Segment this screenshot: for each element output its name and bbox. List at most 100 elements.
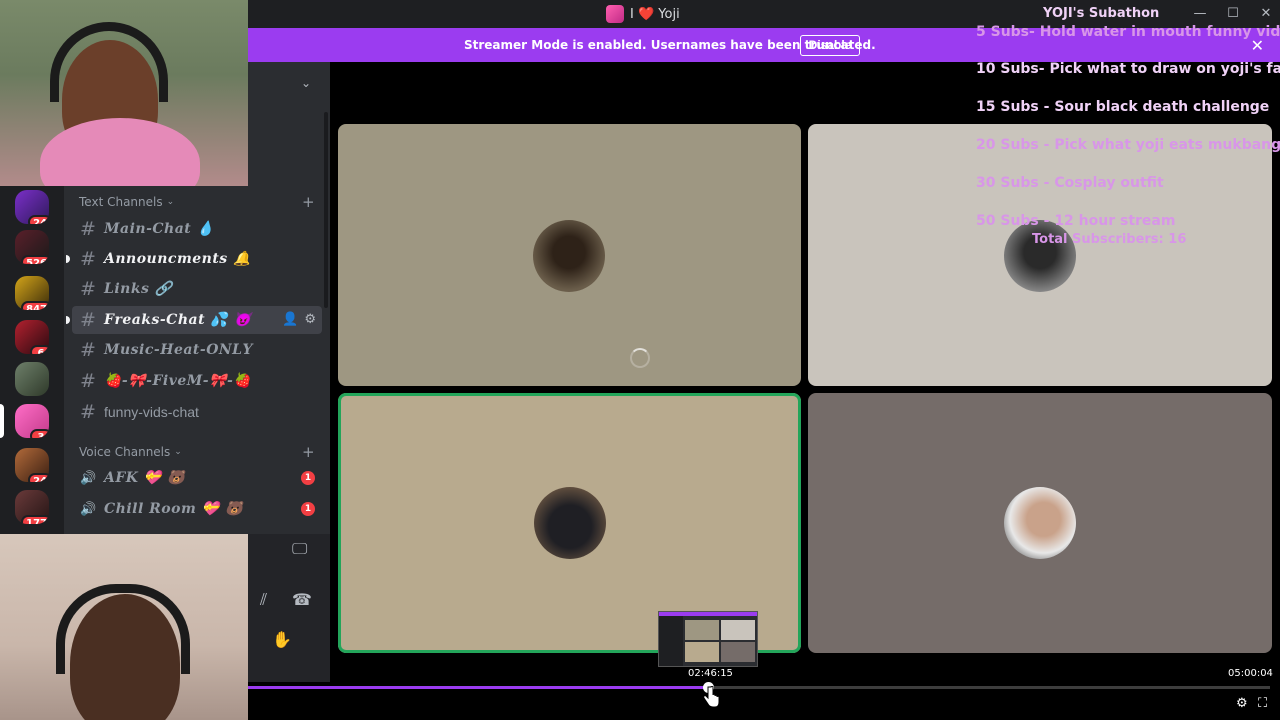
disconnect-icon[interactable]: ☎ bbox=[292, 590, 312, 609]
hash-icon: # bbox=[80, 278, 96, 300]
sub-goal: 15 Subs - Sour black death challenge bbox=[976, 99, 1270, 115]
seek-bar-progress bbox=[248, 686, 708, 689]
participant-tile[interactable] bbox=[808, 393, 1272, 653]
seek-preview-thumbnail bbox=[658, 611, 758, 667]
channel-freaks-chat[interactable]: # 𝑭𝒓𝒆𝒂𝒌𝒔-𝑪𝒉𝒂𝒕 💦 😈 👤 ⚙ bbox=[66, 306, 322, 334]
total-duration: 05:00:04 bbox=[1228, 668, 1273, 679]
voice-user-count-badge: 1 bbox=[301, 471, 315, 485]
server-icon[interactable]: 177 bbox=[15, 490, 49, 524]
mention-badge: 6 bbox=[30, 345, 49, 354]
sub-goal: 20 Subs - Pick what yoji eats mukbang bbox=[976, 137, 1280, 153]
hand-cursor-icon bbox=[703, 686, 720, 708]
noise-suppression-icon[interactable]: ⫽ bbox=[260, 590, 267, 610]
hash-icon: # bbox=[80, 370, 96, 392]
webcam-top bbox=[0, 0, 248, 186]
mention-badge: 847 bbox=[21, 301, 49, 310]
sub-goal: 5 Subs- Hold water in mouth funny vid bbox=[976, 24, 1280, 40]
headphones bbox=[56, 584, 190, 674]
speaker-icon: 🔊 bbox=[80, 501, 97, 517]
server-icon[interactable]: 847 bbox=[15, 276, 49, 310]
server-icon[interactable] bbox=[15, 362, 49, 396]
server-icon[interactable]: 526 bbox=[15, 230, 49, 264]
participant-avatar bbox=[533, 220, 605, 292]
sub-goal: 50 Subs - 12 hour stream bbox=[976, 213, 1176, 229]
category-label: Voice Channels bbox=[79, 445, 171, 459]
voice-channels-category[interactable]: Voice Channels ⌄ bbox=[79, 445, 182, 459]
minimize-icon[interactable]: — bbox=[1192, 6, 1208, 22]
channel-name: 𝑪𝒉𝒊𝒍𝒍 𝑹𝒐𝒐𝒎 💝 🐻 bbox=[104, 501, 243, 517]
channel-name: 𝑨𝑭𝑲 💝 🐻 bbox=[104, 470, 186, 486]
subathon-title: YOJI's Subathon bbox=[1043, 6, 1160, 21]
webcam-bottom bbox=[0, 534, 248, 720]
headphones bbox=[50, 22, 168, 102]
channel-links[interactable]: # 𝑳𝒊𝒏𝒌𝒔 🔗 bbox=[72, 275, 322, 303]
category-label: Text Channels bbox=[79, 195, 163, 209]
fullscreen-icon[interactable]: ⛶ bbox=[1258, 696, 1267, 711]
voice-controls: 🖵 ⫽ ☎ ✋ bbox=[248, 534, 330, 682]
server-icon[interactable]: 6 bbox=[15, 320, 49, 354]
voice-user-count-badge: 1 bbox=[301, 502, 315, 516]
unread-indicator bbox=[66, 255, 70, 263]
sub-goal: 10 Subs- Pick what to draw on yoji's fac… bbox=[976, 61, 1280, 77]
close-icon[interactable]: ✕ bbox=[1258, 6, 1274, 22]
seek-bar[interactable] bbox=[248, 682, 1270, 693]
disable-streamer-mode-button[interactable]: Disable bbox=[800, 35, 860, 56]
server-icon[interactable]: 24 bbox=[15, 190, 49, 224]
speaker-icon: 🔊 bbox=[80, 470, 97, 486]
channel-announcements[interactable]: # 𝑨𝒏𝒏𝒐𝒖𝒏𝒄𝒎𝒆𝒏𝒕𝒔 🔔 bbox=[66, 245, 322, 273]
screen-share-icon[interactable]: 🖵 bbox=[292, 539, 307, 559]
channel-music-heat-only[interactable]: # 𝑴𝒖𝒔𝒊𝒄-𝑯𝒆𝒂𝒕-𝑶𝑵𝑳𝒀 bbox=[72, 336, 322, 364]
add-member-icon[interactable]: 👤 bbox=[282, 312, 298, 327]
channel-name: 𝑭𝒓𝒆𝒂𝒌𝒔-𝑪𝒉𝒂𝒕 💦 😈 bbox=[104, 312, 252, 328]
participant-avatar bbox=[534, 487, 606, 559]
gear-icon[interactable]: ⚙ bbox=[304, 312, 316, 327]
create-voice-channel-icon[interactable]: + bbox=[302, 443, 315, 461]
chevron-down-icon: ⌄ bbox=[166, 197, 175, 207]
server-rail: 24 526 847 6 3 24 177 bbox=[0, 186, 64, 534]
chevron-down-icon: ⌄ bbox=[174, 447, 182, 457]
channel-funny-vids-chat[interactable]: # funny-vids-chat bbox=[72, 398, 322, 426]
channel-name: 𝑴𝒂𝒊𝒏-𝑪𝒉𝒂𝒕 💧 bbox=[104, 221, 215, 237]
text-channels-category[interactable]: Text Channels ⌄ bbox=[79, 195, 174, 209]
channel-main-chat[interactable]: # 𝑴𝒂𝒊𝒏-𝑪𝒉𝒂𝒕 💧 bbox=[72, 215, 322, 243]
mention-badge: 526 bbox=[21, 255, 49, 264]
channel-fivem[interactable]: # 🍓-🎀-𝑭𝒊𝒗𝒆𝑴-🎀-🍓 bbox=[72, 367, 322, 395]
mention-badge: 177 bbox=[21, 515, 49, 524]
voice-channel-afk[interactable]: 🔊 𝑨𝑭𝑲 💝 🐻 bbox=[72, 464, 322, 492]
window-title: I ❤️ Yoji bbox=[606, 5, 680, 23]
unread-indicator bbox=[66, 316, 70, 324]
mention-badge: 3 bbox=[30, 429, 49, 438]
chevron-down-icon[interactable]: ⌄ bbox=[301, 76, 311, 90]
total-subscribers: Total Subscribers: 16 bbox=[1032, 232, 1187, 247]
selected-server-indicator bbox=[0, 404, 4, 438]
channel-name: 𝑴𝒖𝒔𝒊𝒄-𝑯𝒆𝒂𝒕-𝑶𝑵𝑳𝒀 bbox=[104, 342, 254, 358]
channel-name: 𝑨𝒏𝒏𝒐𝒖𝒏𝒄𝒎𝒆𝒏𝒕𝒔 🔔 bbox=[104, 251, 251, 267]
seek-hover-time: 02:46:15 bbox=[688, 668, 733, 679]
settings-gear-icon[interactable]: ⚙ bbox=[1236, 696, 1248, 711]
hash-icon: # bbox=[80, 309, 96, 331]
hash-icon: # bbox=[80, 248, 96, 270]
channel-name: 🍓-🎀-𝑭𝒊𝒗𝒆𝑴-🎀-🍓 bbox=[104, 373, 252, 389]
channel-name: 𝑳𝒊𝒏𝒌𝒔 🔗 bbox=[104, 281, 173, 297]
server-icon[interactable]: 24 bbox=[15, 448, 49, 482]
mention-badge: 24 bbox=[28, 215, 49, 224]
video-player-bar: 02:46:15 05:00:04 ⚙ ⛶ bbox=[248, 668, 1280, 720]
participant-avatar bbox=[1004, 220, 1076, 292]
loading-spinner-icon bbox=[630, 348, 650, 368]
voice-channel-chill-room[interactable]: 🔊 𝑪𝒉𝒊𝒍𝒍 𝑹𝒐𝒐𝒎 💝 🐻 bbox=[72, 495, 322, 523]
server-icon[interactable]: 3 bbox=[15, 404, 49, 438]
hash-icon: # bbox=[80, 218, 96, 240]
window-title-text: I ❤️ Yoji bbox=[630, 6, 680, 22]
hash-icon: # bbox=[80, 401, 96, 423]
participant-tile[interactable] bbox=[338, 124, 801, 386]
participant-avatar bbox=[1004, 487, 1076, 559]
video-call-stage bbox=[330, 62, 1280, 682]
maximize-icon[interactable]: ☐ bbox=[1225, 6, 1241, 22]
sidebar-scrollbar[interactable] bbox=[324, 112, 328, 308]
hash-icon: # bbox=[80, 339, 96, 361]
server-icon bbox=[606, 5, 624, 23]
soundboard-icon[interactable]: ✋ bbox=[272, 630, 292, 649]
participant-tile[interactable] bbox=[808, 124, 1272, 386]
create-text-channel-icon[interactable]: + bbox=[302, 193, 315, 211]
channel-name: funny-vids-chat bbox=[104, 404, 199, 420]
